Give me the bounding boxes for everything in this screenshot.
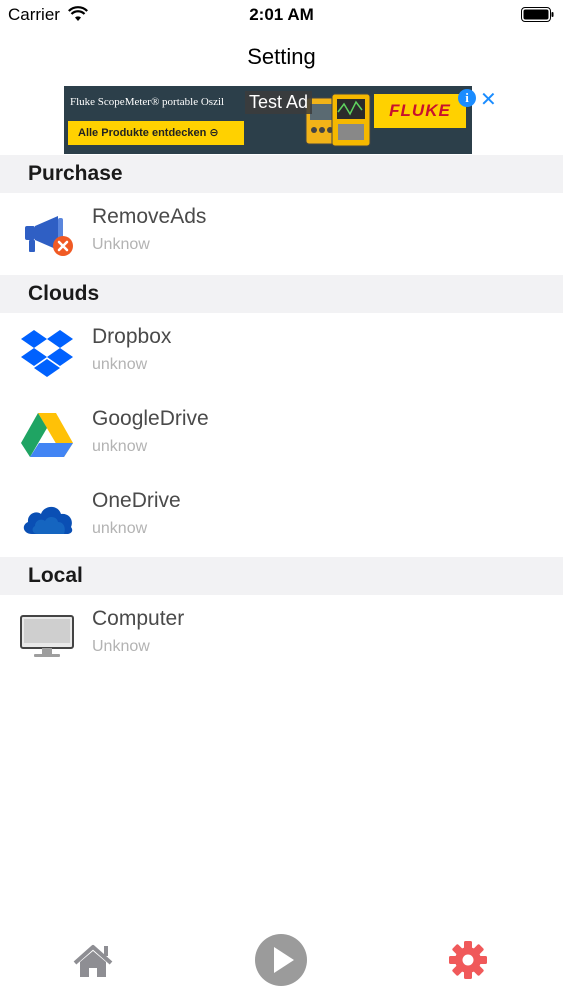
list-item-onedrive[interactable]: OneDrive unknow xyxy=(0,477,563,559)
section-header-purchase: Purchase xyxy=(0,155,563,193)
list-item-google-drive[interactable]: GoogleDrive unknow xyxy=(0,395,563,477)
list-item-title: GoogleDrive xyxy=(92,407,209,430)
ad-brand-logo: FLUKE xyxy=(374,94,466,128)
ad-headline: Fluke ScopeMeter® portable Oszil xyxy=(70,96,225,108)
dropbox-icon xyxy=(21,330,73,377)
ad-info-icon[interactable]: i xyxy=(458,89,476,107)
tab-bar xyxy=(0,930,563,1000)
list-item-dropbox[interactable]: Dropbox unknow xyxy=(0,313,563,395)
list-item-subtitle: Unknow xyxy=(92,638,150,655)
megaphone-remove-icon xyxy=(25,216,73,256)
list-item-title: Dropbox xyxy=(92,325,172,348)
computer-icon xyxy=(20,615,74,657)
section-header-local: Local xyxy=(0,557,563,595)
list-item-subtitle: Unknow xyxy=(92,236,150,253)
list-item-subtitle: unknow xyxy=(92,438,148,455)
list-item-subtitle: unknow xyxy=(92,356,148,373)
test-ad-label: Test Ad xyxy=(245,91,313,114)
tab-home[interactable] xyxy=(53,930,133,990)
home-icon xyxy=(73,945,113,977)
list-item-title: OneDrive xyxy=(92,489,181,512)
play-icon xyxy=(255,934,307,986)
ad-close-icon[interactable]: ✕ xyxy=(480,87,497,112)
ad-cta-button[interactable]: Alle Produkte entdecken ⊖ xyxy=(68,121,244,145)
list-item-title: RemoveAds xyxy=(92,205,207,228)
onedrive-icon xyxy=(23,506,73,534)
tab-play[interactable] xyxy=(241,930,321,990)
gear-icon xyxy=(449,941,487,979)
status-time: 2:01 AM xyxy=(249,5,314,24)
tab-settings[interactable] xyxy=(428,930,508,990)
status-bar: Carrier 2:01 AM xyxy=(0,0,563,30)
google-drive-icon xyxy=(21,413,73,457)
section-header-clouds: Clouds xyxy=(0,275,563,313)
list-item-subtitle: unknow xyxy=(92,520,148,537)
multimeter-image xyxy=(305,93,371,147)
list-item-remove-ads[interactable]: RemoveAds Unknow xyxy=(0,193,563,275)
list-item-title: Computer xyxy=(92,607,185,630)
list-item-computer[interactable]: Computer Unknow xyxy=(0,595,563,677)
page-title: Setting xyxy=(247,44,316,69)
battery-icon xyxy=(521,7,554,22)
